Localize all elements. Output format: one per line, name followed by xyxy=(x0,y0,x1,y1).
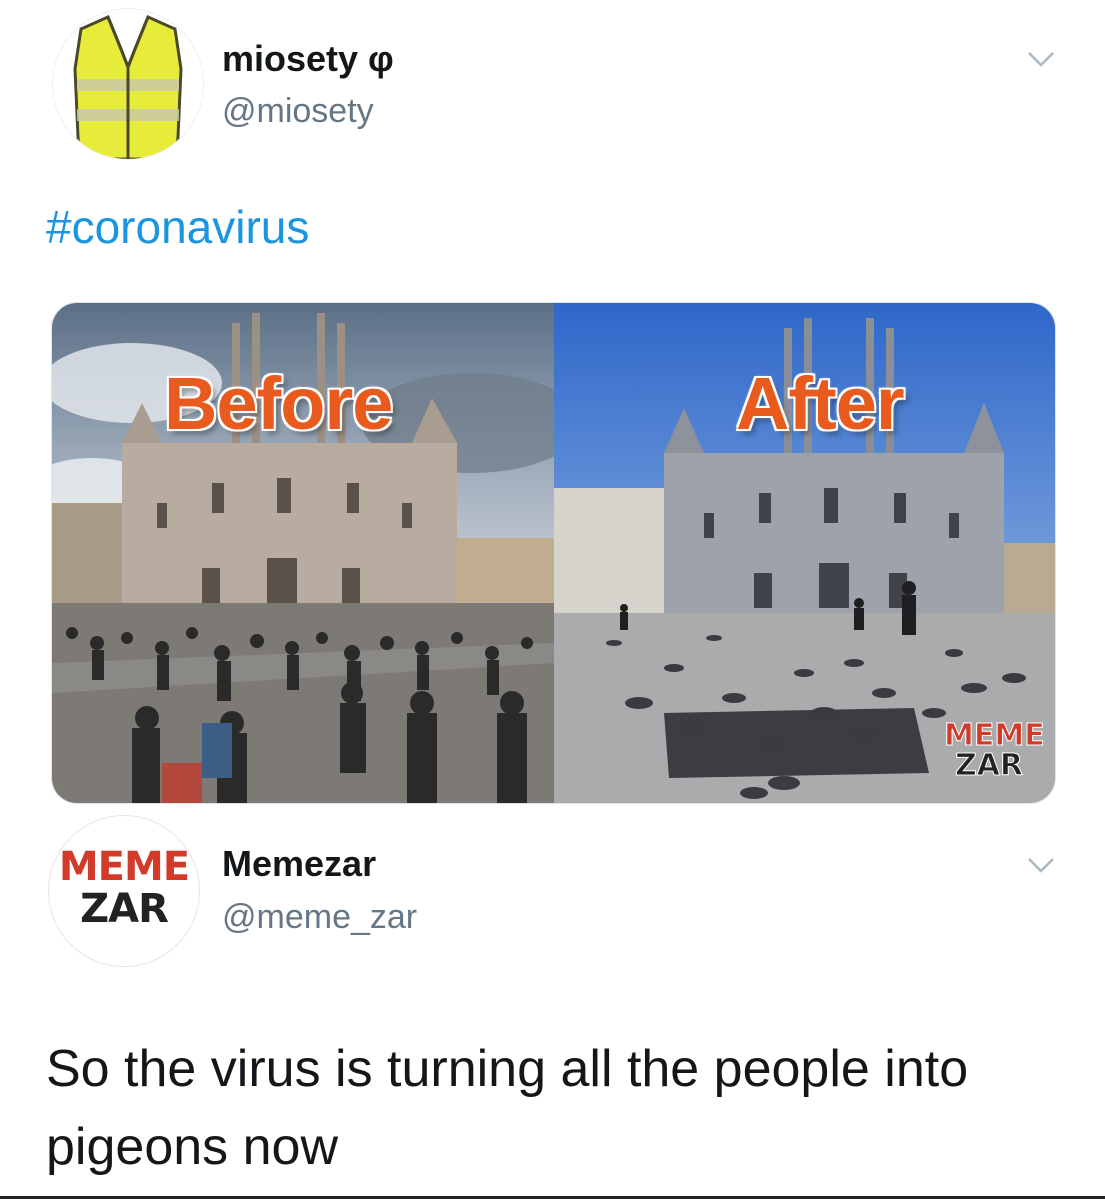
watermark-top: MEME xyxy=(944,718,1046,753)
before-photo: Before xyxy=(52,303,554,803)
avatar[interactable] xyxy=(52,8,204,160)
safety-vest-avatar-icon xyxy=(53,9,203,159)
avatar-logo-bottom: ZAR xyxy=(80,886,169,932)
chevron-down-icon[interactable] xyxy=(1026,44,1056,74)
after-label: After xyxy=(735,361,907,447)
tweet-text: So the virus is turning all the people i… xyxy=(46,1040,969,1176)
tweet-media-image[interactable]: Before After MEME ZAR xyxy=(51,302,1056,804)
author-handle[interactable]: @miosety xyxy=(222,92,374,131)
divider xyxy=(0,1196,1105,1199)
quoted-author-handle[interactable]: @meme_zar xyxy=(222,898,417,937)
tweet: miosety φ @miosety #coronavirus xyxy=(0,0,1105,300)
before-label: Before xyxy=(162,361,394,447)
avatar[interactable]: MEME ZAR xyxy=(48,815,200,967)
watermark-bottom: ZAR xyxy=(954,748,1024,783)
meme-zar-logo-icon: MEME ZAR xyxy=(49,846,199,930)
avatar-logo-top: MEME xyxy=(58,844,190,890)
after-photo: After MEME ZAR xyxy=(554,303,1055,803)
chevron-down-icon[interactable] xyxy=(1026,850,1056,880)
hashtag-link[interactable]: #coronavirus xyxy=(46,200,309,254)
watermark: MEME ZAR xyxy=(944,718,1046,783)
author-name[interactable]: miosety φ xyxy=(222,38,394,80)
quoted-author-name[interactable]: Memezar xyxy=(222,843,376,885)
